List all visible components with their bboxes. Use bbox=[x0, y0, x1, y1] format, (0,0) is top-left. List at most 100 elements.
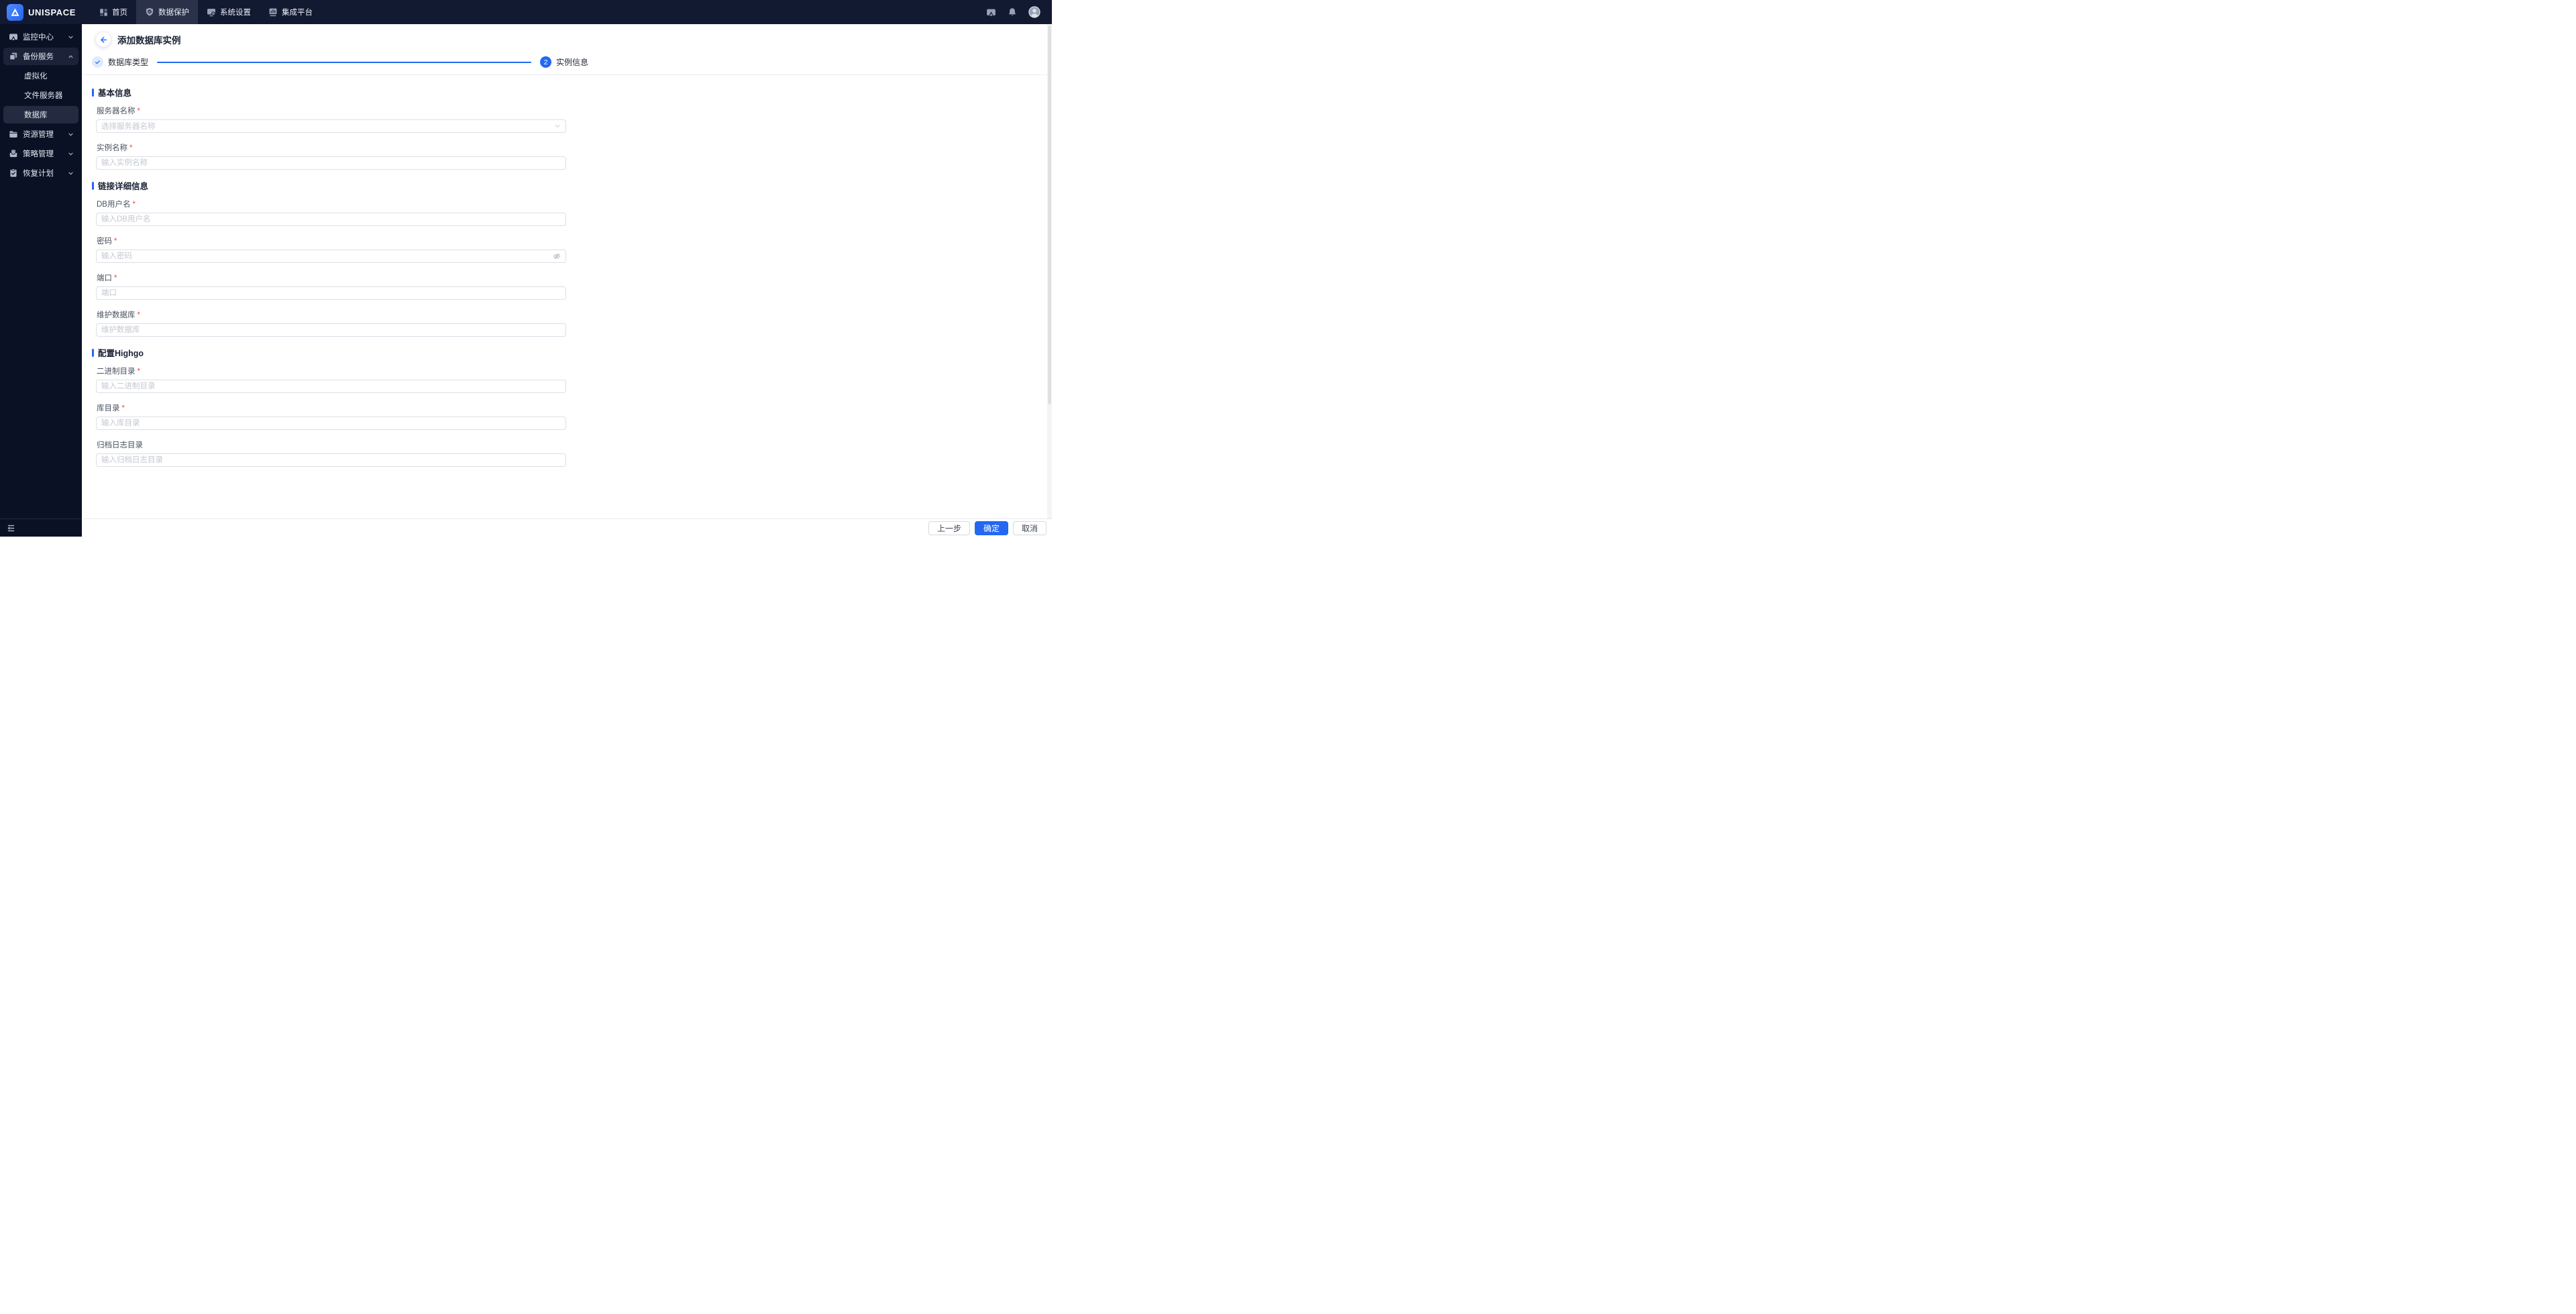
sidebar-item-virtualization[interactable]: 虚拟化 bbox=[3, 67, 78, 85]
required-asterisk: * bbox=[121, 404, 125, 413]
field-label: 库目录 bbox=[97, 404, 120, 413]
required-asterisk: * bbox=[129, 144, 133, 152]
avatar[interactable] bbox=[1028, 6, 1040, 18]
sidebar-item-backup-service[interactable]: 备份服务 bbox=[3, 48, 78, 65]
required-asterisk: * bbox=[114, 274, 117, 282]
chevron-down-icon bbox=[68, 131, 74, 138]
field-instance-name: 实例名称 * bbox=[92, 142, 1052, 170]
db-username-input[interactable] bbox=[96, 213, 566, 226]
step-label: 实例信息 bbox=[556, 58, 589, 67]
field-label: 实例名称 bbox=[97, 144, 127, 152]
required-asterisk: * bbox=[137, 107, 140, 115]
field-lib-dir: 库目录 * bbox=[92, 402, 1052, 430]
logo: UNISPACE bbox=[0, 0, 82, 24]
eye-invisible-icon[interactable] bbox=[553, 252, 561, 260]
lib-dir-input[interactable] bbox=[96, 417, 566, 430]
folder-icon bbox=[9, 129, 18, 139]
field-label: 端口 bbox=[97, 274, 112, 282]
monitor-chart-icon bbox=[268, 7, 278, 17]
binary-dir-input[interactable] bbox=[96, 380, 566, 393]
sidebar-item-resource-management[interactable]: 资源管理 bbox=[3, 125, 78, 143]
step-connector bbox=[157, 61, 532, 63]
section-title: 基本信息 bbox=[92, 86, 1052, 99]
form-section: 链接详细信息 DB用户名* 密码* 端口* 维护数据库* bbox=[92, 179, 1052, 337]
port-input[interactable] bbox=[96, 286, 566, 300]
collapse-sidebar-icon[interactable] bbox=[7, 524, 15, 533]
section-title-text: 配置Highgo bbox=[98, 349, 144, 358]
section-accent-bar bbox=[92, 88, 94, 97]
top-header: UNISPACE 首页 数据保护 系统设置 集成平台 bbox=[0, 0, 1052, 24]
back-button[interactable] bbox=[96, 32, 111, 47]
stepper: 数据库类型 2 实例信息 bbox=[92, 56, 1052, 68]
confirm-button[interactable]: 确定 bbox=[974, 521, 1008, 535]
scrollbar-thumb[interactable] bbox=[1048, 25, 1051, 404]
bell-icon[interactable] bbox=[1008, 7, 1017, 17]
sidebar-item-label: 备份服务 bbox=[23, 53, 54, 61]
copy-icon bbox=[9, 52, 18, 61]
field-maintenance-db: 维护数据库 * bbox=[92, 309, 1052, 337]
section-title-text: 基本信息 bbox=[98, 89, 132, 98]
db-username-input[interactable] bbox=[101, 213, 561, 225]
sidebar-menu: 监控中心备份服务虚拟化文件服务器数据库资源管理策略管理恢复计划 bbox=[0, 24, 82, 182]
port-input[interactable] bbox=[101, 287, 561, 299]
field-password: 密码 * bbox=[92, 235, 1052, 263]
binary-dir-input[interactable] bbox=[101, 380, 561, 392]
maintenance-db-input[interactable] bbox=[101, 324, 561, 336]
field-label: 维护数据库 bbox=[97, 311, 136, 319]
select-placeholder: 选择服务器名称 bbox=[101, 123, 156, 131]
step-database-type[interactable]: 数据库类型 bbox=[92, 56, 148, 68]
server-name-select[interactable]: 选择服务器名称 bbox=[96, 119, 566, 133]
sidebar: 监控中心备份服务虚拟化文件服务器数据库资源管理策略管理恢复计划 bbox=[0, 24, 82, 537]
sidebar-item-database[interactable]: 数据库 bbox=[3, 106, 78, 123]
instance-form: 基本信息 服务器名称* 选择服务器名称 实例名称* 链接详细信息 DB用户名* … bbox=[82, 75, 1052, 467]
sidebar-item-label: 策略管理 bbox=[23, 150, 54, 158]
scrollbar-track bbox=[1047, 24, 1052, 518]
cast-icon[interactable] bbox=[986, 7, 996, 17]
password-input[interactable] bbox=[96, 250, 566, 263]
instance-name-input[interactable] bbox=[96, 156, 566, 170]
sidebar-item-file-server[interactable]: 文件服务器 bbox=[3, 87, 78, 104]
dashboard-icon bbox=[99, 8, 108, 17]
step-label: 数据库类型 bbox=[108, 58, 149, 67]
field-binary-dir: 二进制目录 * bbox=[92, 366, 1052, 393]
field-label: 密码 bbox=[97, 237, 112, 245]
step-instance-info[interactable]: 2 实例信息 bbox=[540, 56, 588, 68]
sidebar-item-label: 资源管理 bbox=[23, 131, 54, 139]
nav-tab-home[interactable]: 首页 bbox=[91, 0, 136, 24]
nav-tab-data-protection[interactable]: 数据保护 bbox=[136, 0, 198, 24]
field-archive-log-dir: 归档日志目录 bbox=[92, 439, 1052, 467]
section-title: 链接详细信息 bbox=[92, 179, 1052, 192]
cancel-button[interactable]: 取消 bbox=[1012, 521, 1046, 535]
chevron-down-icon bbox=[68, 151, 74, 157]
chevron-down-icon bbox=[554, 123, 561, 129]
nav-tab-system-settings[interactable]: 系统设置 bbox=[198, 0, 260, 24]
section-title: 配置Highgo bbox=[92, 346, 1052, 359]
step-number-badge: 2 bbox=[540, 56, 552, 68]
field-port: 端口 * bbox=[92, 272, 1052, 300]
archive-log-dir-input[interactable] bbox=[101, 454, 561, 466]
archive-log-dir-input[interactable] bbox=[96, 453, 566, 467]
sidebar-item-recovery-plan[interactable]: 恢复计划 bbox=[3, 164, 78, 182]
password-input[interactable] bbox=[101, 250, 553, 262]
instance-name-input[interactable] bbox=[101, 157, 561, 169]
nav-tab-integration-platform[interactable]: 集成平台 bbox=[260, 0, 321, 24]
top-nav: 首页 数据保护 系统设置 集成平台 bbox=[91, 0, 321, 24]
chevron-up-icon bbox=[68, 54, 74, 60]
required-asterisk: * bbox=[137, 311, 140, 319]
sidebar-item-label: 恢复计划 bbox=[23, 170, 54, 178]
field-label: 二进制目录 bbox=[97, 368, 136, 376]
prev-step-button[interactable]: 上一步 bbox=[928, 521, 970, 535]
form-section: 配置Highgo 二进制目录* 库目录* 归档日志目录 bbox=[92, 346, 1052, 467]
cast-icon bbox=[9, 32, 18, 42]
nav-tab-label: 系统设置 bbox=[220, 9, 251, 17]
maintenance-db-input[interactable] bbox=[96, 323, 566, 337]
section-accent-bar bbox=[92, 181, 94, 190]
sidebar-item-policy-management[interactable]: 策略管理 bbox=[3, 145, 78, 162]
header-right bbox=[986, 0, 1052, 24]
required-asterisk: * bbox=[132, 201, 136, 209]
form-section: 基本信息 服务器名称 * 选择服务器名称 实例名称 * bbox=[92, 86, 1052, 170]
field-label: 服务器名称 bbox=[97, 107, 136, 115]
sidebar-item-label: 监控中心 bbox=[23, 34, 54, 42]
sidebar-item-monitoring-center[interactable]: 监控中心 bbox=[3, 28, 78, 46]
lib-dir-input[interactable] bbox=[101, 417, 561, 429]
